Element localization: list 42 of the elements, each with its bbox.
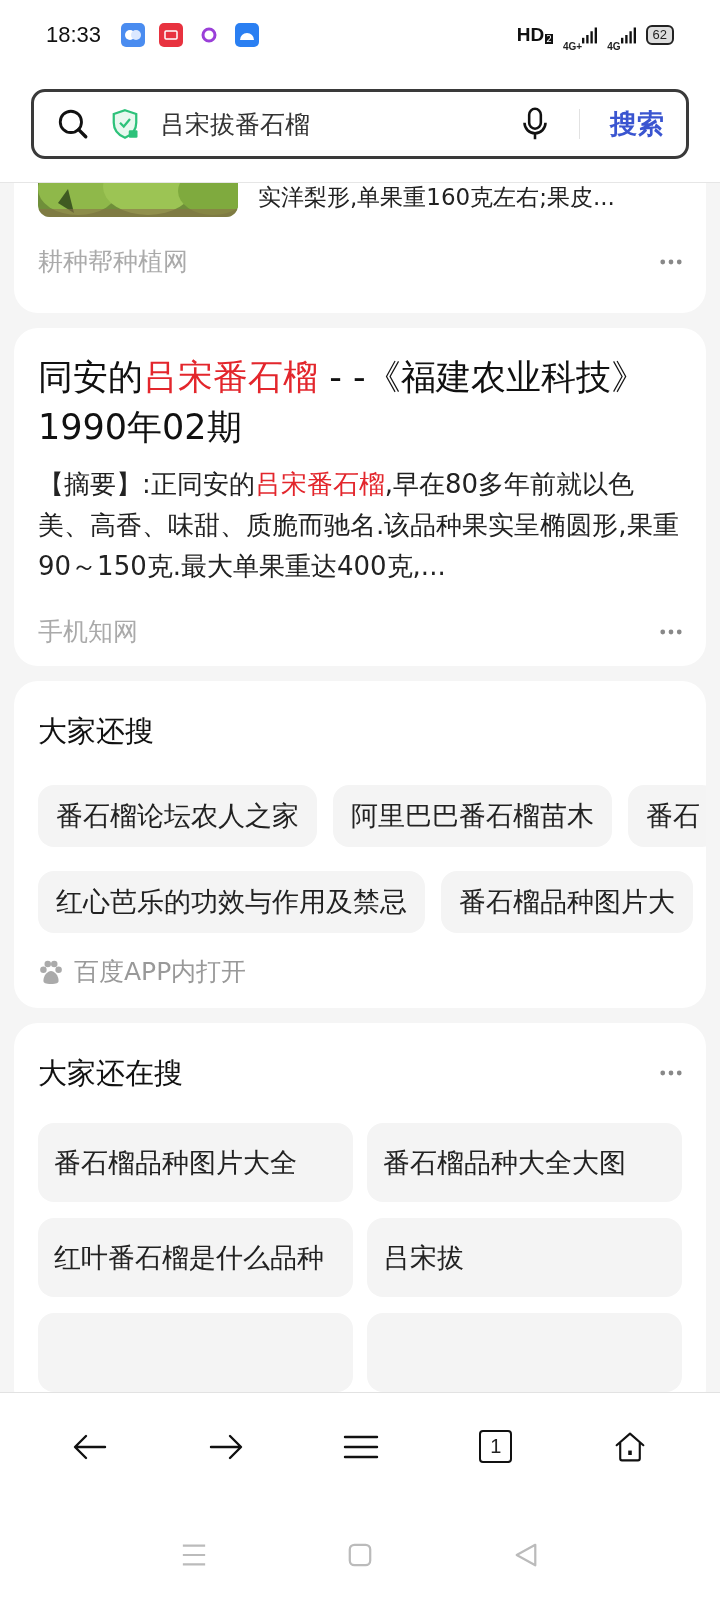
more-icon[interactable] [660, 258, 682, 265]
back-key-icon[interactable] [513, 1542, 539, 1568]
result-abstract: 【摘要】:正同安的吕宋番石榴,早在80多年前就以色美、高香、味甜、质脆而驰名.该品种果实呈椭圆形,果重90～150克.最大单果重达400克,... [38, 468, 680, 583]
paw-icon [38, 958, 64, 985]
signal-icon [620, 26, 636, 44]
tabs-button[interactable]: 1 [479, 1430, 513, 1463]
search-chip[interactable]: 番石榴论坛农人之家 [38, 785, 317, 847]
hd-label: HD [516, 24, 545, 46]
battery-level: 62 [645, 25, 674, 45]
section-title: 大家还在搜 [38, 1055, 183, 1092]
search-query: 吕宋拔番石榴 [160, 108, 311, 141]
result-card[interactable]: 实洋梨形,单果重160克左右;果皮... 耕种帮种植网 [14, 183, 706, 313]
signal-icon [582, 26, 598, 44]
snippet-text: 实洋梨形,单果重160克左右;果皮... [258, 183, 615, 212]
video-app-icon [159, 23, 184, 47]
home-key-icon[interactable] [347, 1542, 373, 1568]
network-label: 4G+ [563, 40, 583, 52]
search-chip[interactable]: 番石 [628, 785, 706, 847]
shield-icon [110, 107, 140, 141]
search-chip[interactable]: 红叶番石榴是什么品种 [38, 1218, 353, 1297]
chat-app-icon [121, 23, 146, 47]
result-card[interactable]: 同安的吕宋番石榴 - -《福建农业科技》1990年02期 【摘要】:正同安的吕宋番石榴,早在80多年前就以色美、高香、味甜、质脆而驰名.该品种果实呈椭圆形,果重90～150克.最大单果重达400克,... 手机知网 [14, 328, 706, 666]
microphone-icon[interactable] [521, 106, 549, 142]
more-icon[interactable] [660, 1070, 682, 1076]
search-button[interactable]: 搜索 [610, 106, 664, 142]
hd-sub-label: 2 [545, 34, 553, 44]
search-chip[interactable]: 番石榴品种图片大全 [38, 1123, 353, 1202]
source-name: 手机知网 [38, 616, 138, 648]
clock-time: 18:33 [46, 22, 102, 48]
recents-icon[interactable] [181, 1542, 207, 1568]
search-chip[interactable]: 番石榴品种图片大 [441, 871, 693, 933]
search-chip[interactable]: 红心芭乐的功效与作用及禁忌 [38, 871, 425, 933]
search-chip[interactable]: 番石榴品种大全大图 [367, 1123, 682, 1202]
section-title: 大家还搜 [38, 713, 155, 750]
search-chip[interactable]: 吕宋拔 [367, 1218, 682, 1297]
search-icon[interactable] [56, 107, 90, 141]
search-chip[interactable]: 阿里巴巴番石榴苗木 [333, 785, 612, 847]
search-field[interactable]: 吕宋拔番石榴 搜索 [31, 89, 689, 159]
source-name: 耕种帮种植网 [38, 246, 188, 278]
result-title[interactable]: 同安的吕宋番石榴 - -《福建农业科技》1990年02期 [38, 352, 682, 452]
more-icon[interactable] [660, 628, 682, 635]
network-label: 4G [607, 40, 621, 52]
